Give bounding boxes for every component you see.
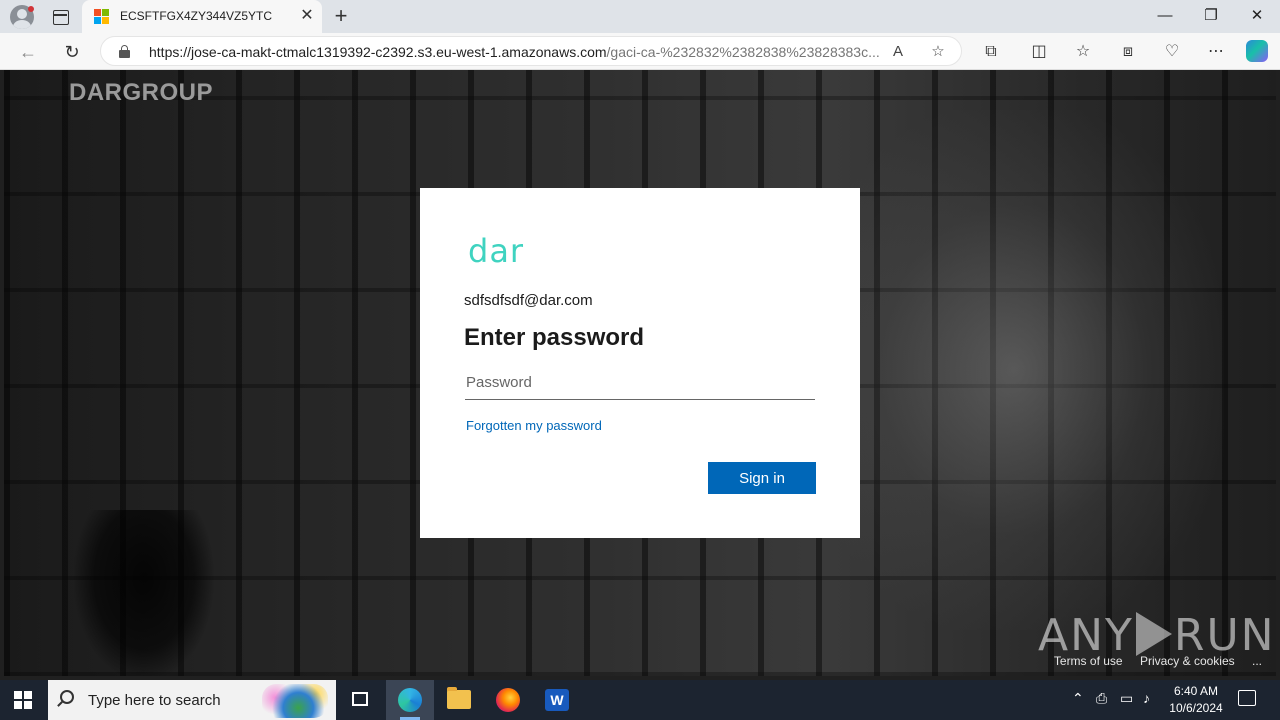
search-icon	[60, 690, 74, 704]
background-light	[804, 110, 1224, 630]
address-bar[interactable]: https://jose-ca-makt-ctmalc1319392-c2392…	[100, 36, 962, 66]
taskbar-edge[interactable]	[386, 680, 434, 720]
taskbar-clock[interactable]: 6:40 AM 10/6/2024	[1160, 683, 1232, 717]
footer-links: Terms of use Privacy & cookies ...	[1040, 654, 1262, 668]
extensions-icon[interactable]: ⧉	[979, 40, 1003, 64]
network-icon[interactable]: ▭	[1120, 690, 1133, 707]
clock-time: 6:40 AM	[1173, 684, 1219, 698]
browser-essentials-icon[interactable]: ♡	[1160, 40, 1184, 64]
sign-in-button[interactable]: Sign in	[708, 462, 816, 494]
page-title: Enter password	[464, 324, 645, 351]
taskbar-search-box[interactable]: Type here to search	[48, 680, 336, 720]
dar-logo: dar	[468, 232, 525, 270]
page-viewport: DARGROUP dar sdfsdfsdf@dar.com Enter pas…	[4, 70, 1276, 676]
footer-more-button[interactable]: ...	[1252, 654, 1262, 668]
favorites-icon[interactable]: ☆	[1071, 40, 1095, 64]
close-window-button[interactable]: ✕	[1242, 4, 1272, 28]
tab-actions-icon[interactable]	[50, 7, 70, 27]
search-placeholder: Type here to search	[88, 692, 221, 709]
clock-date: 10/6/2024	[1169, 701, 1223, 715]
tab-close-icon[interactable]: ✕	[298, 7, 316, 25]
collections-icon[interactable]: ⧈	[1116, 40, 1140, 64]
play-icon	[1135, 612, 1172, 656]
browser-tab[interactable]: ECSFTFGX4ZY344VZ5YTC ✕	[82, 0, 322, 33]
edge-icon	[398, 688, 422, 712]
url-text[interactable]: https://jose-ca-makt-ctmalc1319392-c2392…	[149, 44, 879, 60]
user-identity: sdfsdfsdf@dar.com	[464, 292, 593, 309]
windows-taskbar: Type here to search W ⌃ ⎙ ▭ ♪ 6:40 AM 10…	[0, 680, 1280, 720]
background-tree	[74, 510, 214, 676]
favorite-star-icon[interactable]: ☆	[927, 41, 949, 63]
word-icon: W	[545, 689, 569, 711]
copilot-icon[interactable]	[1246, 40, 1268, 62]
login-card: dar sdfsdfsdf@dar.com Enter password For…	[420, 188, 860, 538]
volume-icon[interactable]: ♪	[1143, 690, 1150, 706]
privacy-link[interactable]: Privacy & cookies	[1140, 654, 1235, 668]
read-aloud-icon[interactable]: A	[887, 41, 909, 63]
terms-link[interactable]: Terms of use	[1054, 654, 1123, 668]
task-view-icon	[352, 692, 368, 706]
password-input[interactable]	[465, 366, 815, 400]
brand-logo: DARGROUP	[69, 79, 214, 106]
task-view-button[interactable]	[336, 680, 384, 720]
taskbar-word[interactable]: W	[533, 680, 581, 720]
microsoft-logo-icon	[94, 9, 109, 24]
windows-start-icon[interactable]	[14, 691, 32, 709]
taskbar-file-explorer[interactable]	[435, 680, 483, 720]
profile-notification-dot	[28, 6, 34, 12]
tab-title: ECSFTFGX4ZY344VZ5YTC	[120, 9, 273, 23]
lock-icon[interactable]	[119, 45, 130, 58]
notification-icon[interactable]	[1238, 690, 1256, 706]
address-toolbar: ← ↻ https://jose-ca-makt-ctmalc1319392-c…	[0, 33, 1280, 70]
tray-chevron-icon[interactable]: ⌃	[1072, 690, 1084, 707]
search-highlight-image	[262, 684, 328, 718]
firefox-icon	[496, 688, 520, 712]
more-menu-icon[interactable]: ⋯	[1204, 40, 1228, 64]
browser-tab-bar: ECSFTFGX4ZY344VZ5YTC ✕ + — ❐ ✕	[0, 0, 1280, 33]
folder-icon	[447, 687, 471, 709]
taskbar-firefox[interactable]	[484, 680, 532, 720]
new-tab-button[interactable]: +	[330, 5, 352, 27]
device-icon[interactable]: ⎙	[1096, 690, 1107, 707]
forgot-password-link[interactable]: Forgotten my password	[466, 418, 602, 433]
minimize-button[interactable]: —	[1150, 4, 1180, 28]
refresh-icon[interactable]: ↻	[60, 40, 84, 64]
restore-button[interactable]: ❐	[1196, 4, 1226, 28]
split-screen-icon[interactable]: ◫	[1027, 40, 1051, 64]
back-arrow-icon[interactable]: ←	[16, 40, 40, 64]
